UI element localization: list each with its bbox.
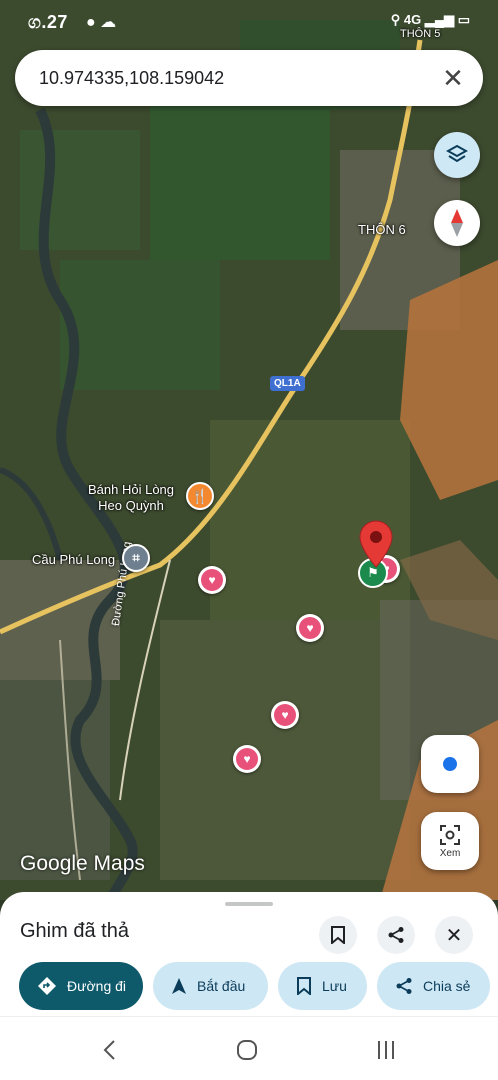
lens-icon [440, 824, 460, 845]
directions-label: Đường đi [67, 978, 127, 994]
bookmark-button[interactable] [319, 916, 357, 954]
saved-place-pin[interactable]: ♥ [271, 701, 299, 729]
restaurant-label[interactable]: Bánh Hỏi Lòng Heo Quỳnh [88, 482, 174, 514]
close-sheet-button[interactable]: ✕ [435, 916, 473, 954]
view-button[interactable]: Xem [421, 812, 479, 870]
home-button[interactable] [232, 1037, 262, 1063]
saved-place-pin[interactable]: ♥ [296, 614, 324, 642]
my-location-button[interactable] [421, 735, 479, 793]
search-input[interactable]: 10.974335,108.159042 [39, 68, 224, 89]
system-navigation-bar [0, 1016, 498, 1080]
close-icon: ✕ [445, 924, 463, 947]
restaurant-pin[interactable]: 🍴 [186, 482, 214, 510]
layers-icon [446, 144, 468, 163]
status-time: ග.27 [28, 12, 68, 32]
location-status-icon: ⚲ [390, 12, 401, 27]
share-icon [396, 978, 412, 994]
status-bar: ග.27 ● ☁ ⚲ 4G ▂▄▆ ▭ [0, 0, 498, 44]
place-label-thon6: THÔN 6 [358, 222, 406, 237]
heart-icon: ♥ [281, 708, 289, 722]
status-notification-icons: ● ☁ [86, 14, 117, 31]
dropped-pin-icon[interactable] [359, 520, 393, 568]
recents-icon [378, 1041, 394, 1059]
fork-knife-icon: 🍴 [191, 487, 209, 504]
share-label: Chia sẻ [423, 978, 471, 994]
share-button[interactable]: Chia sẻ [377, 962, 490, 1010]
highway-shield: QL1A [270, 376, 305, 391]
compass-icon [451, 209, 463, 237]
close-icon[interactable]: ✕ [437, 62, 469, 94]
status-system-icons: ⚲ 4G ▂▄▆ ▭ [391, 12, 470, 28]
signal-icon: ▂▄▆ [424, 12, 455, 27]
directions-button[interactable]: Đường đi [19, 962, 143, 1010]
google-maps-logo: Google Maps [20, 852, 145, 875]
navigation-arrow-icon [172, 978, 186, 994]
start-label: Bắt đầu [197, 978, 246, 994]
layers-button[interactable] [434, 132, 480, 178]
bookmark-icon [331, 926, 345, 944]
bridge-icon: ⌗ [132, 550, 140, 565]
save-label: Lưu [322, 978, 347, 994]
back-icon [103, 1040, 115, 1060]
sheet-drag-handle[interactable] [225, 902, 273, 906]
heart-icon: ♥ [208, 573, 216, 587]
share-icon [388, 927, 404, 943]
view-label: Xem [439, 847, 461, 859]
search-bar[interactable]: 10.974335,108.159042 ✕ [15, 50, 483, 106]
recents-button[interactable] [371, 1037, 401, 1063]
bridge-pin[interactable]: ⌗ [122, 544, 150, 572]
home-icon [237, 1040, 257, 1060]
bridge-label[interactable]: Cầu Phú Long [32, 552, 115, 568]
saved-place-pin[interactable]: ♥ [233, 745, 261, 773]
my-location-icon [443, 757, 457, 771]
saved-place-pin[interactable]: ♥ [198, 566, 226, 594]
battery-icon: ▭ [457, 12, 470, 27]
bookmark-icon [297, 977, 311, 995]
save-button[interactable]: Lưu [278, 962, 367, 1010]
network-type: 4G [403, 12, 422, 27]
heart-icon: ♥ [306, 621, 314, 635]
sheet-title: Ghim đã thả [20, 920, 129, 942]
back-button[interactable] [94, 1037, 124, 1063]
share-icon-button[interactable] [377, 916, 415, 954]
directions-icon [38, 977, 56, 995]
compass-button[interactable] [434, 200, 480, 246]
heart-icon: ♥ [243, 752, 251, 766]
start-button[interactable]: Bắt đầu [153, 962, 268, 1010]
bottom-sheet: Ghim đã thả ✕ Đường đi Bắt đầu Lưu Chia … [0, 892, 498, 1016]
